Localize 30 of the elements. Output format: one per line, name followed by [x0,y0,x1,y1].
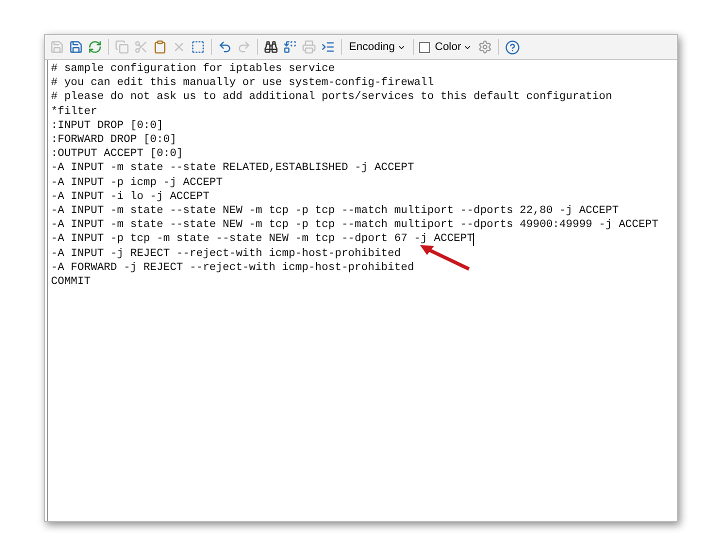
code-line: -A INPUT -m state --state RELATED,ESTABLISHED -j ACCEPT [51,161,414,176]
settings-icon[interactable] [477,40,494,54]
code-line: # you can edit this manually or use system-config-firewall [51,76,434,90]
encoding-dropdown[interactable]: Encoding [347,41,408,53]
code-line: -A INPUT -m state --state NEW -m tcp -p tcp --match multiport --dports 49900:49999 -j ACCEPT [51,218,658,232]
code-line: -A INPUT -p tcp -m state --state NEW -m tcp --dport 67 -j ACCEPT [51,232,474,247]
code-line: -A INPUT -j REJECT --reject-with icmp-host-prohibited [51,246,401,261]
color-checkbox[interactable] [418,42,430,52]
paste-icon[interactable] [152,40,168,54]
code-line: -A INPUT -i lo -j ACCEPT [51,190,210,204]
code-line: :INPUT DROP [0:0] [51,118,164,134]
code-line: -A FORWARD -j REJECT --reject-with icmp-host-prohibited [51,260,414,276]
select-all-icon[interactable] [190,40,206,54]
code-line: -A INPUT -p icmp -j ACCEPT [51,176,223,190]
color-dropdown[interactable]: Color [432,41,474,53]
code-line: -A INPUT -m state --state NEW -m tcp -p tcp --match multiport --dports 22,80 -j ACCEPT [51,204,619,218]
code-line: :FORWARD DROP [0:0] [51,133,176,148]
code-line: *filter [51,104,98,119]
code-line: COMMIT [51,275,91,290]
replace-icon[interactable] [282,40,298,54]
code-line: # sample configuration for iptables service [51,62,335,76]
binoculars-icon[interactable] [263,40,279,54]
indent-icon[interactable] [320,40,336,54]
arrow-icon [419,242,471,272]
undo-icon[interactable] [217,40,233,54]
code-line: :OUTPUT ACCEPT [0:0] [51,147,184,162]
reload-icon[interactable] [87,40,103,54]
save-as-icon[interactable] [68,40,84,54]
code-line: # please do not ask us to add additional ports/services to this default configuration [51,90,612,105]
help-icon[interactable] [504,40,522,54]
